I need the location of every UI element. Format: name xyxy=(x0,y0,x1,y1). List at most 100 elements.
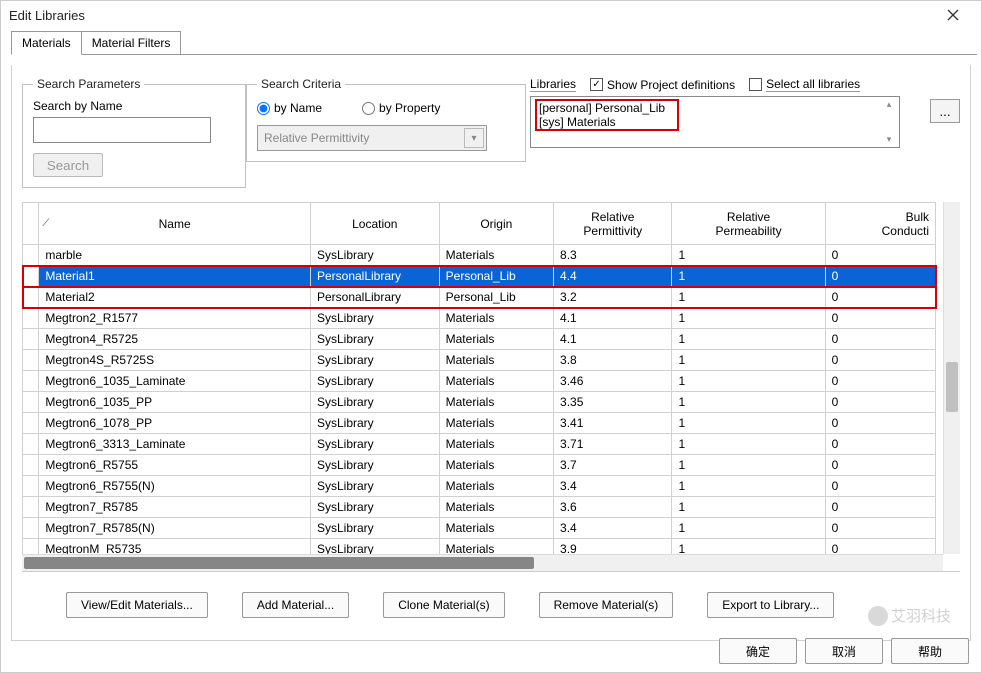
header-location[interactable]: Location xyxy=(310,203,439,245)
table-row[interactable]: Megtron6_R5755(N)SysLibraryMaterials3.41… xyxy=(23,476,936,497)
vertical-scrollbar[interactable] xyxy=(943,202,960,554)
header-rel-permeability[interactable]: RelativePermeability xyxy=(672,203,825,245)
table-row[interactable]: Megtron4S_R5725SSysLibraryMaterials3.810 xyxy=(23,350,936,371)
radio-by-name[interactable]: by Name xyxy=(257,101,322,115)
cell-bulk: 0 xyxy=(825,476,935,497)
cell-location: SysLibrary xyxy=(310,371,439,392)
table-row[interactable]: Megtron6_1078_PPSysLibraryMaterials3.411… xyxy=(23,413,936,434)
cell-origin: Materials xyxy=(439,518,553,539)
cell-name: Material2 xyxy=(39,287,311,308)
library-item-sys[interactable]: [sys] Materials xyxy=(539,115,675,129)
view-edit-materials-button[interactable]: View/Edit Materials... xyxy=(66,592,208,618)
cell-location: SysLibrary xyxy=(310,455,439,476)
table-row[interactable]: Megtron7_R5785(N)SysLibraryMaterials3.41… xyxy=(23,518,936,539)
cell-location: SysLibrary xyxy=(310,434,439,455)
search-parameters-group: Search Parameters Search by Name Search xyxy=(22,77,246,188)
table-row[interactable]: Megtron6_3313_LaminateSysLibraryMaterial… xyxy=(23,434,936,455)
cell-origin: Materials xyxy=(439,350,553,371)
radio-by-name-input[interactable] xyxy=(257,102,270,115)
cell-location: SysLibrary xyxy=(310,476,439,497)
cell-gutter xyxy=(23,329,39,350)
remove-material-button[interactable]: Remove Material(s) xyxy=(539,592,674,618)
search-by-name-label: Search by Name xyxy=(33,99,235,113)
search-button[interactable]: Search xyxy=(33,153,103,177)
cell-bulk: 0 xyxy=(825,308,935,329)
property-combo-value: Relative Permittivity xyxy=(264,131,369,145)
cancel-button[interactable]: 取消 xyxy=(805,638,883,664)
cell-rpb: 1 xyxy=(672,455,825,476)
tab-material-filters[interactable]: Material Filters xyxy=(82,31,182,55)
help-button[interactable]: 帮助 xyxy=(891,638,969,664)
cell-rpb: 1 xyxy=(672,518,825,539)
cell-name: Megtron2_R1577 xyxy=(39,308,311,329)
table-row[interactable]: Megtron6_1035_LaminateSysLibraryMaterial… xyxy=(23,371,936,392)
cell-origin: Materials xyxy=(439,245,553,266)
header-bulk-conductivity[interactable]: BulkConducti xyxy=(825,203,935,245)
export-library-button[interactable]: Export to Library... xyxy=(707,592,834,618)
close-icon xyxy=(947,9,959,21)
cell-location: SysLibrary xyxy=(310,518,439,539)
vertical-scroll-thumb[interactable] xyxy=(946,362,958,412)
tab-bar: Materials Material Filters xyxy=(1,29,981,55)
table-row[interactable]: Megtron6_1035_PPSysLibraryMaterials3.351… xyxy=(23,392,936,413)
radio-by-property[interactable]: by Property xyxy=(362,101,440,115)
cell-name: Megtron7_R5785 xyxy=(39,497,311,518)
cell-name: Megtron6_R5755 xyxy=(39,455,311,476)
cell-rpb: 1 xyxy=(672,266,825,287)
browse-libraries-button[interactable]: ... xyxy=(930,99,960,123)
ok-button[interactable]: 确定 xyxy=(719,638,797,664)
header-rel-permittivity[interactable]: RelativePermittivity xyxy=(554,203,672,245)
cell-location: SysLibrary xyxy=(310,245,439,266)
window-title: Edit Libraries xyxy=(9,8,933,23)
table-row[interactable]: Megtron6_R5755SysLibraryMaterials3.710 xyxy=(23,455,936,476)
cell-location: SysLibrary xyxy=(310,497,439,518)
libraries-scrollbar[interactable]: ▴▾ xyxy=(881,99,897,145)
property-combo[interactable]: Relative Permittivity ▾ xyxy=(257,125,487,151)
cell-gutter xyxy=(23,497,39,518)
table-row[interactable]: marbleSysLibraryMaterials8.310 xyxy=(23,245,936,266)
horizontal-scroll-thumb[interactable] xyxy=(24,557,534,569)
table-row[interactable]: Megtron7_R5785SysLibraryMaterials3.610 xyxy=(23,497,936,518)
materials-panel: Search Parameters Search by Name Search … xyxy=(11,65,971,641)
horizontal-scrollbar[interactable] xyxy=(22,554,943,571)
cell-rpb: 1 xyxy=(672,308,825,329)
select-all-libraries-checkbox[interactable]: Select all libraries xyxy=(749,77,860,92)
edit-libraries-window: Edit Libraries Materials Material Filter… xyxy=(0,0,982,673)
header-origin[interactable]: Origin xyxy=(439,203,553,245)
cell-origin: Materials xyxy=(439,308,553,329)
clone-material-button[interactable]: Clone Material(s) xyxy=(383,592,504,618)
cell-rpb: 1 xyxy=(672,329,825,350)
cell-rpb: 1 xyxy=(672,497,825,518)
cell-rp: 3.41 xyxy=(554,413,672,434)
cell-location: SysLibrary xyxy=(310,392,439,413)
cell-origin: Materials xyxy=(439,413,553,434)
radio-by-property-input[interactable] xyxy=(362,102,375,115)
cell-gutter xyxy=(23,413,39,434)
cell-rpb: 1 xyxy=(672,413,825,434)
cell-rpb: 1 xyxy=(672,371,825,392)
table-row[interactable]: Material2PersonalLibraryPersonal_Lib3.21… xyxy=(23,287,936,308)
cell-bulk: 0 xyxy=(825,413,935,434)
close-button[interactable] xyxy=(933,3,973,27)
show-project-checkbox[interactable]: ✓Show Project definitions xyxy=(590,78,735,92)
table-row[interactable]: Megtron2_R1577SysLibraryMaterials4.110 xyxy=(23,308,936,329)
header-name[interactable]: ∕Name xyxy=(39,203,311,245)
sort-icon: ∕ xyxy=(45,217,47,229)
search-input[interactable] xyxy=(33,117,211,143)
cell-rp: 3.4 xyxy=(554,518,672,539)
libraries-list[interactable]: [personal] Personal_Lib [sys] Materials … xyxy=(530,96,900,148)
cell-bulk: 0 xyxy=(825,392,935,413)
cell-name: Megtron4_R5725 xyxy=(39,329,311,350)
cell-origin: Materials xyxy=(439,329,553,350)
table-row[interactable]: Material1PersonalLibraryPersonal_Lib4.41… xyxy=(23,266,936,287)
add-material-button[interactable]: Add Material... xyxy=(242,592,349,618)
materials-table-wrapper: ∕Name Location Origin RelativePermittivi… xyxy=(22,202,960,572)
cell-name: Megtron4S_R5725S xyxy=(39,350,311,371)
cell-origin: Materials xyxy=(439,455,553,476)
cell-rp: 3.46 xyxy=(554,371,672,392)
table-row[interactable]: Megtron4_R5725SysLibraryMaterials4.110 xyxy=(23,329,936,350)
cell-bulk: 0 xyxy=(825,371,935,392)
materials-table[interactable]: ∕Name Location Origin RelativePermittivi… xyxy=(22,202,936,560)
library-item-personal[interactable]: [personal] Personal_Lib xyxy=(539,101,675,115)
tab-materials[interactable]: Materials xyxy=(11,31,82,55)
